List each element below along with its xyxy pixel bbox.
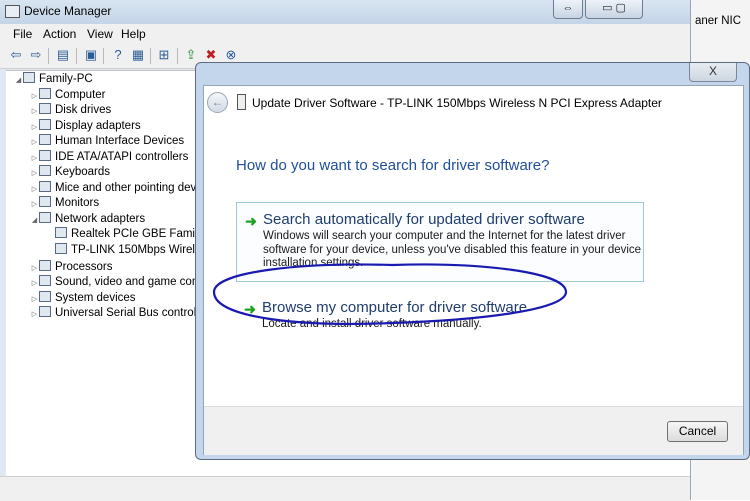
tree-item-disk-drives[interactable]: ▷ Disk drives: [30, 103, 111, 118]
expand-arrow-icon[interactable]: ▷: [30, 166, 39, 181]
device-icon: [237, 94, 246, 110]
tree-item-processors[interactable]: ▷ Processors: [30, 260, 113, 275]
device-manager-app-icon: [5, 5, 20, 18]
tree-item-display-adapters[interactable]: ▷ Display adapters: [30, 119, 141, 134]
window-title: Device Manager: [24, 4, 112, 18]
dialog-close-button[interactable]: X: [689, 63, 737, 82]
back-arrow-icon[interactable]: ⇦: [9, 48, 23, 62]
menu-file[interactable]: File: [13, 27, 32, 41]
toolbar-separator: [103, 48, 104, 64]
expand-arrow-icon[interactable]: ▷: [30, 120, 39, 135]
tree-item-ide-controllers[interactable]: ▷ IDE ATA/ATAPI controllers: [30, 150, 188, 165]
update-driver-icon[interactable]: ⇪: [184, 48, 198, 62]
monitor-icon: [39, 196, 51, 207]
expand-arrow-icon[interactable]: ▷: [30, 135, 39, 150]
menu-view[interactable]: View: [87, 27, 113, 41]
usb-icon: [39, 306, 51, 317]
minimize-maximize-buttons[interactable]: ▭ ▢: [585, 0, 643, 19]
green-arrow-icon: ➜: [245, 213, 257, 229]
disk-icon: [39, 103, 51, 114]
background-window-text: aner NIC: [695, 15, 742, 27]
tree-item-system-devices[interactable]: ▷ System devices: [30, 291, 136, 306]
keyboard-icon: [39, 165, 51, 176]
toolbar-separator: [150, 48, 151, 64]
expand-arrow-icon[interactable]: ▷: [30, 292, 39, 307]
forward-arrow-icon[interactable]: ⇨: [29, 48, 43, 62]
browse-computer-option[interactable]: ➜ Browse my computer for driver software…: [236, 291, 644, 333]
ide-icon: [39, 150, 51, 161]
disable-device-icon[interactable]: ✖: [204, 48, 218, 62]
status-bar: [0, 476, 690, 501]
network-icon: [39, 212, 51, 223]
tree-item-usb-controllers[interactable]: ▷ Universal Serial Bus controller: [30, 306, 209, 321]
sound-icon: [39, 275, 51, 286]
tree-item-computer[interactable]: ▷ Computer: [30, 88, 106, 103]
menu-help[interactable]: Help: [121, 27, 146, 41]
tree-item-human-interface-devices[interactable]: ▷ Human Interface Devices: [30, 134, 184, 149]
expand-arrow-icon[interactable]: ▷: [30, 276, 39, 291]
green-arrow-icon: ➜: [244, 301, 256, 317]
update-driver-dialog: X ← Update Driver Software - TP-LINK 150…: [195, 62, 750, 460]
dialog-body: ← Update Driver Software - TP-LINK 150Mb…: [203, 85, 744, 455]
mouse-icon: [39, 181, 51, 192]
show-hide-tree-icon[interactable]: ▤: [56, 48, 70, 62]
network-card-icon: [55, 243, 67, 254]
collapse-arrow-icon[interactable]: ◢: [14, 73, 23, 88]
expand-arrow-icon[interactable]: ▷: [30, 104, 39, 119]
toolbar-separator: [76, 48, 77, 64]
uninstall-device-icon[interactable]: ⊗: [224, 48, 238, 62]
system-icon: [39, 291, 51, 302]
option-description: Locate and install driver software manua…: [262, 318, 482, 330]
toolbar-separator: [48, 48, 49, 64]
dialog-title: Update Driver Software - TP-LINK 150Mbps…: [252, 96, 662, 110]
back-arrow-icon[interactable]: ←: [207, 92, 228, 113]
title-bar[interactable]: Device Manager ⇔ ▭ ▢: [0, 0, 690, 24]
network-card-icon: [55, 227, 67, 238]
hid-icon: [39, 134, 51, 145]
restore-caption-button[interactable]: ⇔: [553, 0, 583, 19]
dialog-footer: Cancel: [204, 406, 743, 455]
console-tree-icon[interactable]: ▦: [131, 48, 145, 62]
tree-item-tplink-adapter[interactable]: TP-LINK 150Mbps Wireles: [55, 243, 207, 258]
help-icon[interactable]: ?: [111, 48, 125, 62]
option-heading: Search automatically for updated driver …: [263, 211, 585, 228]
menu-action[interactable]: Action: [43, 27, 76, 41]
tree-item-keyboards[interactable]: ▷ Keyboards: [30, 165, 110, 180]
computer-icon: [39, 88, 51, 99]
option-description: Windows will search your computer and th…: [263, 230, 642, 269]
computer-icon: [23, 72, 35, 83]
expand-arrow-icon[interactable]: ▷: [30, 182, 39, 197]
toolbar-separator: [177, 48, 178, 64]
processor-icon: [39, 260, 51, 271]
search-automatically-option[interactable]: ➜ Search automatically for updated drive…: [236, 202, 644, 282]
tree-item-realtek-adapter[interactable]: Realtek PCIe GBE Family C: [55, 227, 215, 242]
dialog-question: How do you want to search for driver sof…: [236, 157, 550, 174]
expand-arrow-icon[interactable]: ▷: [30, 197, 39, 212]
tree-item-sound-video[interactable]: ▷ Sound, video and game contr: [30, 275, 205, 290]
option-heading: Browse my computer for driver software: [262, 299, 528, 316]
expand-arrow-icon[interactable]: ▷: [30, 89, 39, 104]
tree-item-monitors[interactable]: ▷ Monitors: [30, 196, 99, 211]
expand-arrow-icon[interactable]: ▷: [30, 261, 39, 276]
display-icon: [39, 119, 51, 130]
expand-arrow-icon[interactable]: ▷: [30, 151, 39, 166]
cancel-button[interactable]: Cancel: [667, 421, 728, 442]
expand-arrow-icon[interactable]: ▷: [30, 307, 39, 322]
tree-item-network-adapters[interactable]: ◢ Network adapters: [30, 212, 145, 227]
tree-root[interactable]: ◢ Family-PC: [14, 72, 93, 87]
properties-icon[interactable]: ▣: [84, 48, 98, 62]
scan-hardware-icon[interactable]: ⊞: [157, 48, 171, 62]
menu-bar: File Action View Help: [0, 24, 690, 45]
collapse-arrow-icon[interactable]: ◢: [30, 213, 39, 228]
tree-item-mice[interactable]: ▷ Mice and other pointing devic: [30, 181, 205, 196]
